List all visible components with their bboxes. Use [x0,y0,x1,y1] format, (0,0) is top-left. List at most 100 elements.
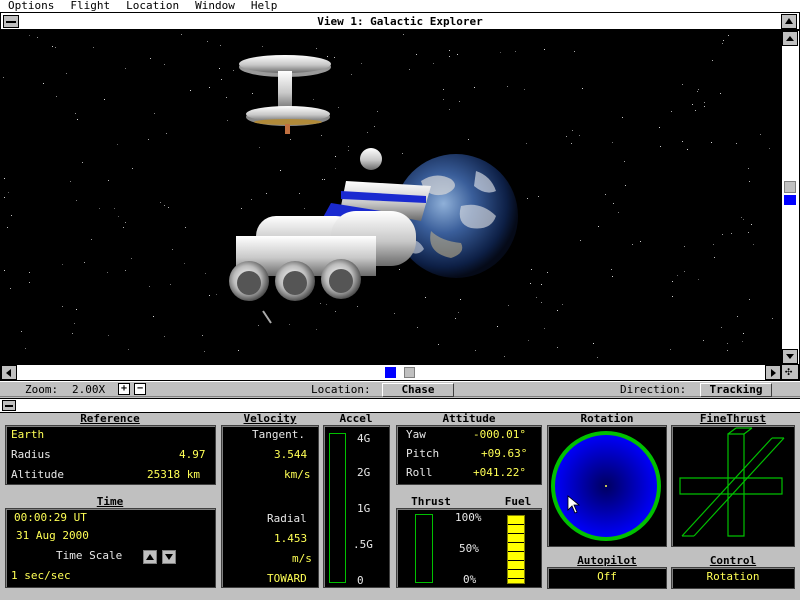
finethrust-pad[interactable] [672,426,794,546]
autopilot-value[interactable]: Off [548,570,666,583]
time-scale-label: Time Scale [56,549,123,562]
thrust-tick-50: 50% [459,542,479,555]
scroll-up-button[interactable] [782,31,798,46]
pitch-value: +09.63° [481,447,528,460]
pitch-label: Pitch [406,447,440,460]
autopilot-box[interactable]: Off [547,567,667,589]
rotation-dial[interactable] [548,426,666,546]
attitude-box: Yaw -000.01° Pitch +09.63° Roll +041.22° [396,425,542,485]
accel-title: Accel [339,412,373,425]
accel-box: 4G 2G 1G .5G 0 [323,425,390,588]
radial-label: Radial [267,512,307,525]
direction-button[interactable]: Tracking [700,383,772,397]
accel-gauge [329,433,346,583]
location-button[interactable]: Chase [382,383,454,397]
menu-flight[interactable]: Flight [62,0,118,12]
panel-titlebar [0,399,800,413]
accel-tick-0: 0 [357,574,364,587]
menu-help[interactable]: Help [243,0,286,12]
accel-tick-2g: 2G [357,466,371,479]
debris [262,310,272,324]
thrust-fuel-box: 100% 50% 0% [396,508,542,588]
tangent-label: Tangent. [252,428,305,441]
radial-unit: m/s [292,552,312,565]
arrow-up-icon [146,554,154,560]
thrust-gauge[interactable] [415,514,433,583]
view-window: View 1: Galactic Explorer ✣ [0,12,800,381]
rotation-title: Rotation [580,412,634,425]
reference-body: Earth [11,428,45,441]
zoom-value: 2.00X [72,383,106,396]
altitude-value: 25318 km [147,468,200,481]
radius-value: 4.97 [179,448,206,461]
horizontal-scrollbar[interactable] [1,364,781,380]
rotation-box[interactable] [547,425,667,547]
radius-label: Radius [11,448,51,461]
yaw-label: Yaw [406,428,426,441]
vscroll-indicator [784,195,796,205]
spaceship [229,148,431,301]
scroll-down-button[interactable] [782,349,798,364]
finethrust-box[interactable] [671,425,795,547]
radial-direction: TOWARD [267,572,307,585]
control-title: Control [709,554,757,567]
tangent-value: 3.544 [274,448,308,461]
menu-window[interactable]: Window [187,0,243,12]
autopilot-title: Autopilot [577,554,637,567]
thrust-title: Thrust [411,495,451,508]
move-icon: ✣ [785,364,793,378]
roll-value: +041.22° [473,466,526,479]
tangent-unit: km/s [284,468,311,481]
window-titlebar: View 1: Galactic Explorer [1,13,799,30]
menu-options[interactable]: Options [0,0,62,12]
vertical-scrollbar[interactable] [781,31,799,364]
yaw-value: -000.01° [473,428,526,441]
scroll-right-button[interactable] [765,365,781,380]
velocity-title: Velocity [243,412,297,425]
size-grip[interactable]: ✣ [781,364,799,380]
panel-system-menu-button[interactable] [2,400,16,411]
thrust-tick-100: 100% [455,511,482,524]
time-scale-up-button[interactable] [143,550,157,564]
control-value[interactable]: Rotation [672,570,794,583]
reference-box: Earth Radius 4.97 Altitude 25318 km [5,425,216,485]
space-station [239,55,331,134]
vscroll-thumb[interactable] [784,181,796,193]
control-box[interactable]: Rotation [671,567,795,589]
accel-tick-4g: 4G [357,432,371,445]
thrust-tick-0: 0% [463,573,477,586]
accel-tick-half-g: .5G [353,538,373,551]
direction-label: Direction: [620,383,687,396]
status-bar: Zoom: 2.00X + − Location: Chase Directio… [0,381,800,397]
space-scene [3,34,773,358]
flight-panel: Reference Earth Radius 4.97 Altitude 253… [0,398,800,600]
roll-label: Roll [406,466,433,479]
time-box: 00:00:29 UT 31 Aug 2000 Time Scale 1 sec… [5,508,216,588]
menu-bar: Options Flight Location Window Help [0,0,800,12]
hscroll-indicator [385,367,396,378]
zoom-in-button[interactable]: + [118,383,130,395]
menu-location[interactable]: Location [118,0,187,12]
altitude-label: Altitude [11,468,64,481]
attitude-title: Attitude [442,412,496,425]
radial-value: 1.453 [274,532,308,545]
location-label: Location: [311,383,371,396]
accel-tick-1g: 1G [357,502,371,515]
zoom-label: Zoom: [25,383,59,396]
maximize-button[interactable] [781,14,797,29]
time-scale-value: 1 sec/sec [11,569,71,582]
hscroll-thumb[interactable] [404,367,415,378]
zoom-out-button[interactable]: − [134,383,146,395]
time-date: 31 Aug 2000 [16,529,89,542]
velocity-box: Tangent. 3.544 km/s Radial 1.453 m/s TOW… [221,425,319,588]
time-title: Time [96,495,124,508]
time-scale-down-button[interactable] [162,550,176,564]
finethrust-title: FineThrust [699,412,767,425]
reference-title: Reference [80,412,140,425]
fuel-title: Fuel [504,495,532,508]
time-clock: 00:00:29 UT [14,511,87,524]
scroll-left-button[interactable] [1,365,17,380]
fuel-gauge [507,515,525,584]
space-viewport[interactable] [1,31,781,364]
window-title: View 1: Galactic Explorer [317,15,483,28]
